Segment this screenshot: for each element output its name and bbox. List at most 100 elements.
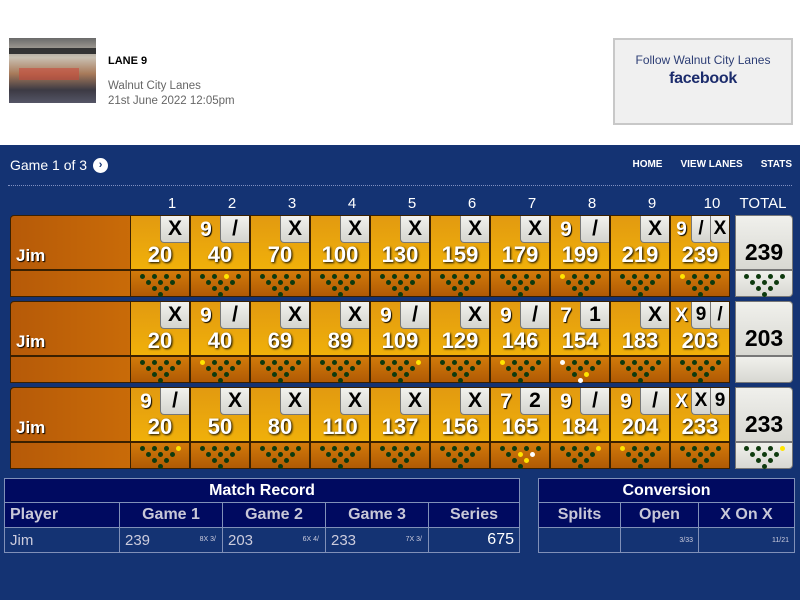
pin-3 — [644, 458, 649, 463]
pin-5 — [278, 452, 283, 457]
pin-3 — [464, 372, 469, 377]
splits-value — [538, 527, 621, 553]
frame-score: 20 — [147, 242, 173, 267]
pin-diagram — [378, 360, 422, 383]
menu-stats[interactable]: STATS — [761, 159, 792, 170]
frame-balls: X X 9 233 — [670, 387, 730, 442]
pin-4 — [626, 366, 631, 371]
frame-6: X 159 — [430, 215, 490, 297]
pin-7 — [560, 446, 565, 451]
frame-pins — [670, 356, 730, 383]
pin-5 — [458, 366, 463, 371]
total-score: 233 — [744, 411, 784, 437]
lane-title: LANE 9 — [108, 55, 148, 67]
total-header: TOTAL — [739, 195, 787, 212]
frame-pins — [130, 442, 190, 469]
conversion-title: Conversion — [538, 478, 795, 503]
pin-5 — [338, 452, 343, 457]
pin-8 — [452, 274, 457, 279]
pin-1 — [218, 464, 223, 469]
frame-score: 80 — [267, 414, 293, 439]
pin-3 — [344, 458, 349, 463]
frame-pins — [490, 442, 550, 469]
player-pins-box — [10, 442, 131, 469]
frame-score: 146 — [501, 328, 539, 353]
pin-9 — [344, 274, 349, 279]
pin-9 — [704, 274, 709, 279]
pin-diagram — [558, 360, 602, 383]
facebook-logo[interactable]: facebook — [615, 70, 791, 87]
pin-9 — [164, 360, 169, 365]
facebook-follow-box[interactable]: Follow Walnut City Lanes facebook — [613, 38, 793, 125]
pin-2 — [692, 286, 697, 291]
pin-2 — [152, 286, 157, 291]
frame-balls: X 129 — [430, 301, 490, 356]
pin-2 — [212, 286, 217, 291]
pin-7 — [440, 274, 445, 279]
chevron-right-icon[interactable]: › — [93, 157, 109, 173]
pin-6 — [650, 452, 655, 457]
frame-balls: X 20 — [130, 301, 190, 356]
pin-1 — [458, 378, 463, 383]
frame-balls: 9 /40 — [190, 301, 250, 356]
game-total: 239 — [735, 215, 793, 297]
game3-score: 233 — [331, 531, 357, 549]
menu-view-lanes[interactable]: VIEW LANES — [680, 159, 742, 170]
col-game3: Game 3 — [325, 502, 429, 528]
divider — [8, 185, 792, 186]
pin-5 — [762, 452, 767, 457]
ball-1 — [433, 302, 459, 329]
pin-9 — [344, 360, 349, 365]
ball-3: 9 — [710, 388, 729, 415]
pin-3 — [224, 372, 229, 377]
pin-3 — [464, 458, 469, 463]
pin-diagram — [558, 446, 602, 469]
frame-10: 9/X 239 — [670, 215, 730, 297]
pin-5 — [158, 280, 163, 285]
pin-7 — [500, 274, 505, 279]
frame-6: X 156 — [430, 387, 490, 469]
frame-score: 137 — [381, 414, 419, 439]
pin-1 — [638, 292, 643, 297]
menu-home[interactable]: HOME — [632, 159, 662, 170]
pin-1 — [698, 292, 703, 297]
pin-4 — [686, 366, 691, 371]
pin-3 — [164, 458, 169, 463]
frame-pins — [370, 356, 430, 383]
pin-diagram — [618, 446, 662, 469]
col-x-on-x: X On X — [698, 502, 795, 528]
pin-8 — [572, 446, 577, 451]
pin-diagram — [438, 360, 482, 383]
pin-6 — [230, 280, 235, 285]
frame-score: 50 — [207, 414, 233, 439]
pin-4 — [506, 452, 511, 457]
frame-9: X 219 — [610, 215, 670, 297]
frame-2: 9 /40 — [190, 215, 250, 297]
ball-2: / — [520, 302, 549, 329]
pin-10 — [356, 274, 361, 279]
ball-2: X — [220, 388, 249, 415]
frame-pins — [670, 442, 730, 469]
ball-2: / — [580, 388, 609, 415]
col-open: Open — [620, 502, 699, 528]
pin-4 — [206, 280, 211, 285]
frame-balls: X 80 — [250, 387, 310, 442]
ball-1: 9 — [560, 217, 572, 241]
total-score-box: 203 — [735, 301, 793, 356]
pin-8 — [212, 446, 217, 451]
pin-6 — [590, 366, 595, 371]
pin-10 — [536, 446, 541, 451]
pin-10 — [296, 274, 301, 279]
frame-score: 20 — [147, 328, 173, 353]
pin-4 — [566, 366, 571, 371]
pin-6 — [710, 452, 715, 457]
total-score-box: 239 — [735, 215, 793, 270]
pin-10 — [716, 360, 721, 365]
pin-1 — [578, 292, 583, 297]
frame-score: 69 — [267, 328, 293, 353]
pin-3 — [704, 286, 709, 291]
ball-1: 7 — [500, 389, 512, 413]
ball-1: X — [675, 304, 688, 326]
frame-score: 20 — [147, 414, 173, 439]
pin-9 — [644, 274, 649, 279]
